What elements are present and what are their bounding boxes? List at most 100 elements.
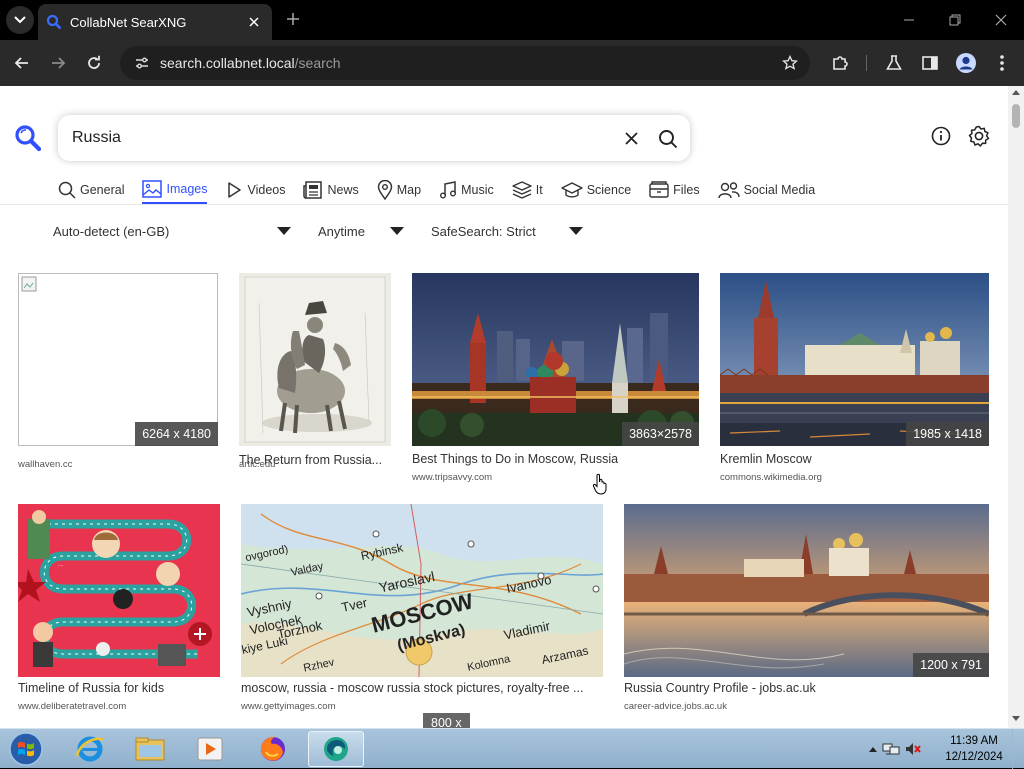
- clear-search-button[interactable]: [620, 127, 642, 149]
- safesearch-select[interactable]: SafeSearch: Strict: [431, 216, 586, 246]
- show-hidden-icons-button[interactable]: [866, 746, 880, 752]
- restore-button[interactable]: [940, 6, 970, 34]
- image-result[interactable]: 1985 x 1418 Kremlin Moscow commons.wikim…: [720, 273, 989, 493]
- result-title[interactable]: Best Things to Do in Moscow, Russia: [412, 452, 699, 466]
- show-desktop-button[interactable]: [1012, 729, 1024, 769]
- taskbar-chrome-browser[interactable]: [308, 731, 364, 767]
- network-button[interactable]: [880, 741, 902, 757]
- tab-social-media[interactable]: Social Media: [717, 176, 816, 204]
- layers-icon: [512, 181, 532, 199]
- tab-label: Social Media: [743, 183, 816, 197]
- taskbar-file-explorer[interactable]: [122, 731, 178, 767]
- category-tabs: General Images Videos News Map Music It: [58, 176, 833, 204]
- taskbar-firefox[interactable]: [245, 731, 301, 767]
- back-button[interactable]: [8, 49, 36, 77]
- close-icon: [249, 17, 259, 27]
- scroll-thumb[interactable]: [1012, 104, 1020, 128]
- scroll-up-arrow-icon[interactable]: [1012, 90, 1020, 95]
- image-result[interactable]: .... Timeline of Russia for kids www.del…: [18, 504, 220, 719]
- chevron-down-icon: [14, 16, 26, 24]
- minimize-button[interactable]: [894, 6, 924, 34]
- url-host: search.collabnet.local: [160, 55, 295, 71]
- language-dropdown-icon: [277, 227, 291, 235]
- svg-text:....: ....: [58, 562, 64, 568]
- browser-tab-bar: CollabNet SearXNG: [0, 0, 1024, 40]
- result-thumbnail-broken[interactable]: [18, 273, 218, 446]
- result-thumbnail[interactable]: MOSCOW (Moskva) Yaroslavl Tver Vladimir …: [241, 504, 603, 677]
- result-thumbnail[interactable]: [412, 273, 699, 446]
- image-result[interactable]: MOSCOW (Moskva) Yaroslavl Tver Vladimir …: [241, 504, 603, 719]
- tab-label: General: [80, 183, 125, 197]
- tab-videos[interactable]: Videos: [225, 176, 285, 204]
- puzzle-icon: [833, 56, 848, 70]
- folder-icon: [135, 737, 165, 761]
- window-close-button[interactable]: [986, 6, 1016, 34]
- result-thumbnail[interactable]: [720, 273, 989, 446]
- network-icon: [882, 743, 900, 755]
- browser-tab[interactable]: CollabNet SearXNG: [38, 4, 272, 40]
- side-panel-icon: [922, 56, 938, 70]
- address-bar[interactable]: search.collabnet.local/search: [120, 46, 810, 80]
- reload-button[interactable]: [80, 49, 108, 77]
- gear-icon: [968, 125, 990, 147]
- timeline-infographic-image: ....: [18, 504, 220, 677]
- tab-label: Music: [461, 183, 494, 197]
- tab-general[interactable]: General: [58, 176, 124, 204]
- kremlin-image: [720, 273, 989, 446]
- about-button[interactable]: [929, 124, 953, 148]
- image-dimensions: 3863×2578: [622, 422, 699, 446]
- tab-search-button[interactable]: [6, 6, 34, 34]
- kebab-menu-icon: [1000, 55, 1004, 71]
- site-info-icon[interactable]: [132, 53, 152, 73]
- tab-files[interactable]: Files: [649, 176, 700, 204]
- moscow-map-image: MOSCOW (Moskva) Yaroslavl Tver Vladimir …: [241, 504, 603, 677]
- result-title[interactable]: Russia Country Profile - jobs.ac.uk: [624, 681, 989, 695]
- tab-music[interactable]: Music: [439, 176, 494, 204]
- system-clock[interactable]: 11:39 AM 12/12/2024: [942, 733, 1006, 765]
- search-input[interactable]: [72, 115, 592, 161]
- taskbar-internet-explorer[interactable]: [62, 731, 118, 767]
- tab-it[interactable]: It: [512, 176, 543, 204]
- result-title[interactable]: Kremlin Moscow: [720, 452, 989, 466]
- side-panel-button[interactable]: [916, 49, 944, 77]
- image-result[interactable]: 3863×2578 Best Things to Do in Moscow, R…: [412, 273, 699, 493]
- category-divider: [0, 204, 1008, 205]
- page-scrollbar[interactable]: [1008, 86, 1024, 728]
- tab-label: Files: [673, 183, 700, 197]
- profile-button[interactable]: [952, 49, 980, 77]
- result-thumbnail[interactable]: [624, 504, 989, 677]
- result-source: www.deliberatetravel.com: [18, 701, 127, 712]
- start-button[interactable]: [6, 731, 46, 767]
- restore-icon: [949, 14, 961, 26]
- scroll-down-arrow-icon[interactable]: [1012, 716, 1020, 721]
- result-thumbnail[interactable]: ....: [18, 504, 220, 677]
- hand-cursor-icon: [592, 473, 607, 495]
- result-title[interactable]: moscow, russia - moscow russia stock pic…: [241, 681, 603, 695]
- tab-close-button[interactable]: [244, 12, 264, 32]
- image-result[interactable]: The Return from Russia... artic.edu: [239, 273, 391, 493]
- labs-button[interactable]: [880, 49, 908, 77]
- preferences-button[interactable]: [967, 124, 991, 148]
- tab-map[interactable]: Map: [377, 176, 421, 204]
- result-thumbnail[interactable]: [239, 273, 391, 446]
- volume-button[interactable]: [902, 741, 924, 757]
- bookmark-button[interactable]: [776, 49, 804, 77]
- map-pin-icon: [377, 180, 393, 200]
- extensions-button[interactable]: [826, 49, 854, 77]
- taskbar-media-player[interactable]: [182, 731, 238, 767]
- url-text[interactable]: search.collabnet.local/search: [160, 55, 776, 71]
- media-player-icon: [197, 737, 223, 761]
- language-select[interactable]: Auto-detect (en-GB): [53, 216, 293, 246]
- image-result[interactable]: 6264 x 4180 wallhaven.cc: [18, 273, 218, 493]
- windows-logo-icon: [9, 732, 43, 766]
- browser-menu-button[interactable]: [988, 49, 1016, 77]
- submit-search-button[interactable]: [656, 127, 680, 151]
- tab-news[interactable]: News: [303, 176, 359, 204]
- tab-images[interactable]: Images: [142, 176, 208, 204]
- searxng-logo[interactable]: [14, 124, 42, 152]
- new-tab-button[interactable]: [282, 8, 304, 30]
- result-title[interactable]: Timeline of Russia for kids: [18, 681, 220, 695]
- tab-science[interactable]: Science: [560, 176, 631, 204]
- image-result[interactable]: 1200 x 791 Russia Country Profile - jobs…: [624, 504, 989, 719]
- forward-button[interactable]: [44, 49, 72, 77]
